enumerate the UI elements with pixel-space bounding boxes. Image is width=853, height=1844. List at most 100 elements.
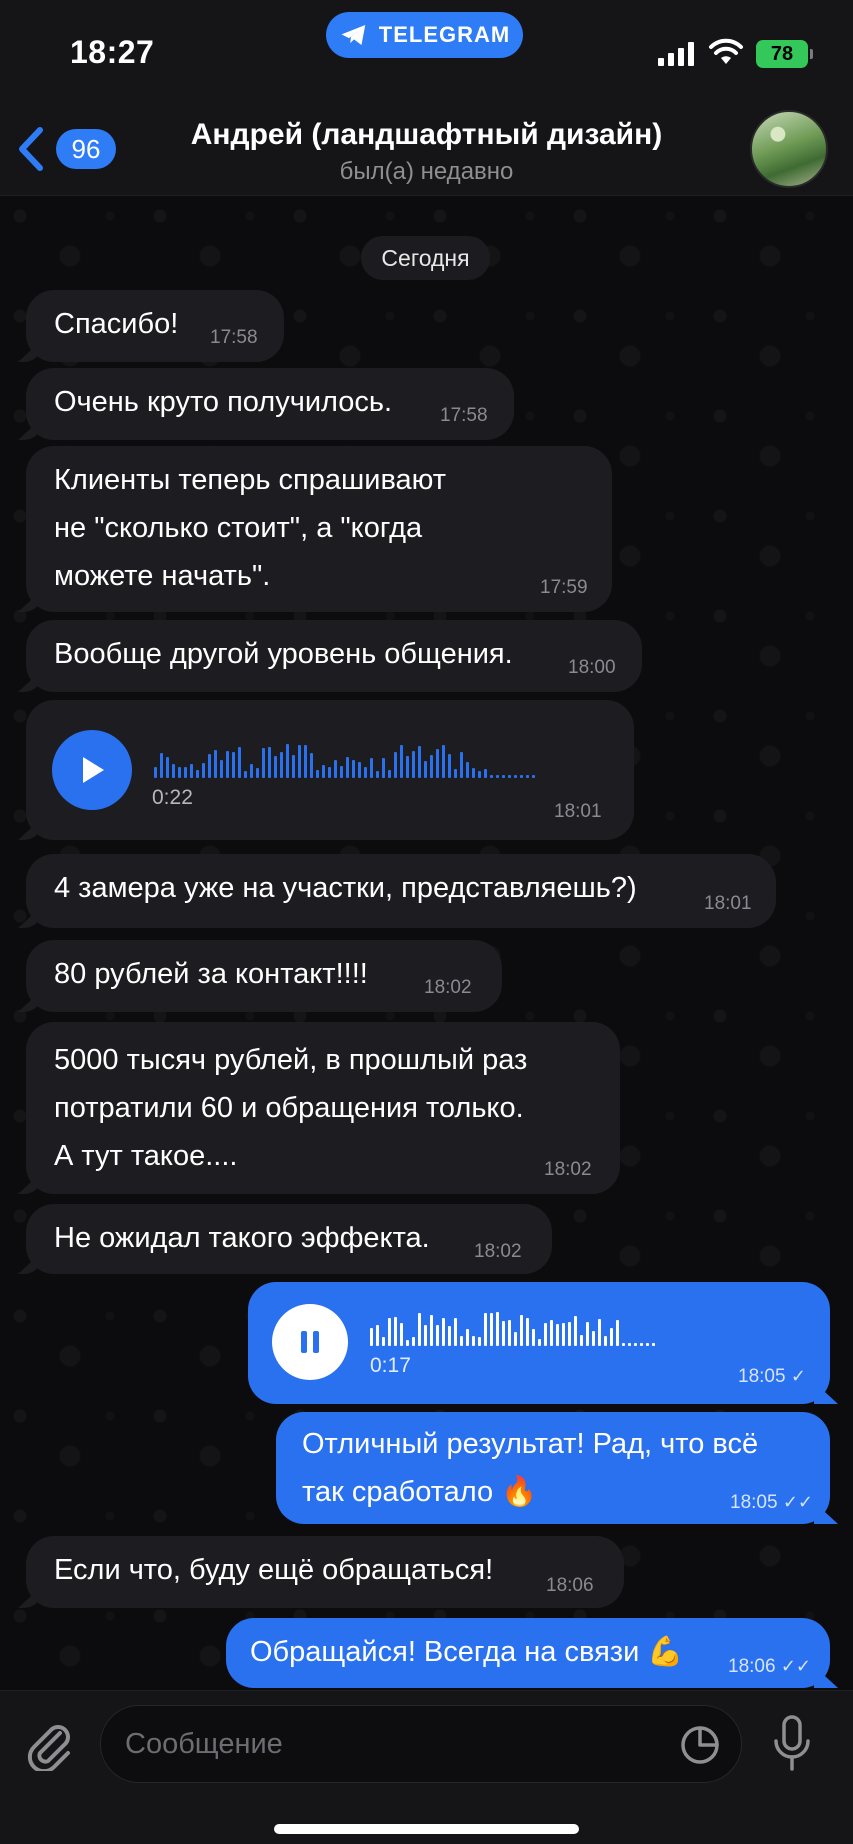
incoming-voice-message[interactable]: 0:22 18:01	[26, 700, 634, 840]
incoming-message[interactable]: 5000 тысяч рублей, в прошлый раз потрати…	[26, 1022, 620, 1194]
incoming-message[interactable]: Если что, буду ещё обращаться! 18:06	[26, 1536, 624, 1608]
incoming-message[interactable]: Спасибо! 17:58	[26, 290, 284, 362]
paperclip-icon[interactable]	[24, 1719, 72, 1771]
double-check-icon: ✓✓	[780, 1656, 811, 1676]
waveform-bar	[496, 775, 499, 778]
home-indicator	[274, 1824, 579, 1834]
message-text: Вообще другой уровень общения.	[54, 638, 513, 670]
wifi-icon	[709, 38, 743, 64]
waveform-bar	[406, 1340, 409, 1346]
message-line: А тут такое....	[54, 1140, 238, 1172]
incoming-message[interactable]: 4 замера уже на участки, представляешь?)…	[26, 854, 776, 928]
waveform-bar	[418, 746, 421, 778]
telegram-pill[interactable]: TELEGRAM	[326, 12, 523, 58]
voice-waveform[interactable]	[154, 738, 535, 778]
waveform-bar	[334, 760, 337, 778]
waveform-bar	[280, 752, 283, 778]
message-input[interactable]	[100, 1705, 742, 1783]
waveform-bar	[268, 747, 271, 778]
telegram-plane-icon	[341, 25, 366, 45]
message-time: 18:05 ✓✓	[730, 1492, 813, 1513]
message-text: Не ожидал такого эффекта.	[54, 1222, 430, 1254]
contact-name[interactable]: Андрей (ландшафтный дизайн)	[150, 118, 703, 152]
waveform-bar	[454, 1318, 457, 1346]
message-line: так сработало 🔥	[302, 1476, 538, 1508]
waveform-bar	[256, 768, 259, 778]
outgoing-message[interactable]: Отличный результат! Рад, что всё так сра…	[276, 1412, 830, 1524]
message-time: 18:02	[474, 1241, 522, 1262]
waveform-bar	[160, 753, 163, 778]
message-time: 18:02	[424, 977, 472, 998]
waveform-bar	[370, 758, 373, 778]
waveform-bar	[460, 752, 463, 778]
waveform-bar	[568, 1322, 571, 1346]
waveform-bar	[328, 767, 331, 778]
voice-duration: 0:17	[370, 1354, 411, 1377]
waveform-bar	[388, 1318, 391, 1346]
voice-waveform[interactable]	[370, 1306, 655, 1346]
message-text: Если что, буду ещё обращаться!	[54, 1554, 494, 1586]
waveform-bar	[154, 767, 157, 778]
waveform-bar	[184, 767, 187, 778]
waveform-bar	[652, 1343, 655, 1346]
message-time: 18:01	[704, 893, 752, 914]
waveform-bar	[208, 754, 211, 778]
message-time: 17:58	[210, 327, 258, 348]
message-time-text: 18:05	[738, 1366, 786, 1387]
play-button[interactable]	[52, 730, 132, 810]
incoming-message[interactable]: Не ожидал такого эффекта. 18:02	[26, 1204, 552, 1274]
waveform-bar	[400, 745, 403, 778]
message-text: 80 рублей за контакт!!!!	[54, 958, 368, 990]
waveform-bar	[484, 1313, 487, 1346]
waveform-bar	[292, 755, 295, 778]
waveform-bar	[466, 762, 469, 778]
outgoing-message[interactable]: Обращайся! Всегда на связи 💪 18:06 ✓✓	[226, 1618, 830, 1688]
last-seen-status: был(а) недавно	[339, 158, 514, 185]
waveform-bar	[574, 1316, 577, 1346]
incoming-message[interactable]: 80 рублей за контакт!!!! 18:02	[26, 940, 502, 1012]
pause-button[interactable]	[272, 1304, 348, 1380]
waveform-bar	[514, 1332, 517, 1346]
waveform-bar	[514, 775, 517, 778]
incoming-message[interactable]: Очень круто получилось. 17:58	[26, 368, 514, 440]
waveform-bar	[430, 1315, 433, 1346]
waveform-bar	[388, 770, 391, 778]
waveform-bar	[178, 767, 181, 778]
message-text: 4 замера уже на участки, представляешь?)	[54, 872, 637, 904]
waveform-bar	[616, 1320, 619, 1346]
waveform-bar	[394, 752, 397, 778]
waveform-bar	[472, 768, 475, 778]
waveform-bar	[220, 760, 223, 778]
waveform-bar	[226, 751, 229, 778]
waveform-bar	[166, 757, 169, 778]
waveform-bar	[262, 748, 265, 778]
unread-count-badge: 96	[56, 129, 116, 169]
waveform-bar	[196, 770, 199, 778]
waveform-bar	[202, 763, 205, 778]
message-text: Клиенты теперь спрашивают не "сколько ст…	[54, 456, 446, 600]
sticker-icon[interactable]	[680, 1725, 720, 1765]
waveform-bar	[448, 754, 451, 778]
waveform-bar	[634, 1343, 637, 1346]
outgoing-voice-message[interactable]: 0:17 18:05 ✓	[248, 1282, 830, 1404]
waveform-bar	[394, 1317, 397, 1346]
composer-bar	[0, 1690, 853, 1844]
waveform-bar	[424, 761, 427, 778]
message-time: 18:06 ✓✓	[728, 1656, 811, 1677]
incoming-message[interactable]: Клиенты теперь спрашивают не "сколько ст…	[26, 446, 612, 612]
waveform-bar	[424, 1325, 427, 1346]
cellular-signal-icon	[658, 42, 694, 66]
message-line: Клиенты теперь спрашивают	[54, 464, 447, 496]
waveform-bar	[628, 1343, 631, 1346]
message-time: 18:00	[568, 657, 616, 678]
pause-icon	[301, 1331, 319, 1353]
incoming-message[interactable]: Вообще другой уровень общения. 18:00	[26, 620, 642, 692]
back-button[interactable]: 96	[16, 126, 116, 172]
microphone-icon[interactable]	[772, 1715, 812, 1773]
message-time: 18:06	[546, 1575, 594, 1596]
waveform-bar	[526, 775, 529, 778]
waveform-bar	[466, 1329, 469, 1346]
waveform-bar	[400, 1323, 403, 1346]
waveform-bar	[556, 1324, 559, 1346]
avatar[interactable]	[750, 110, 828, 188]
